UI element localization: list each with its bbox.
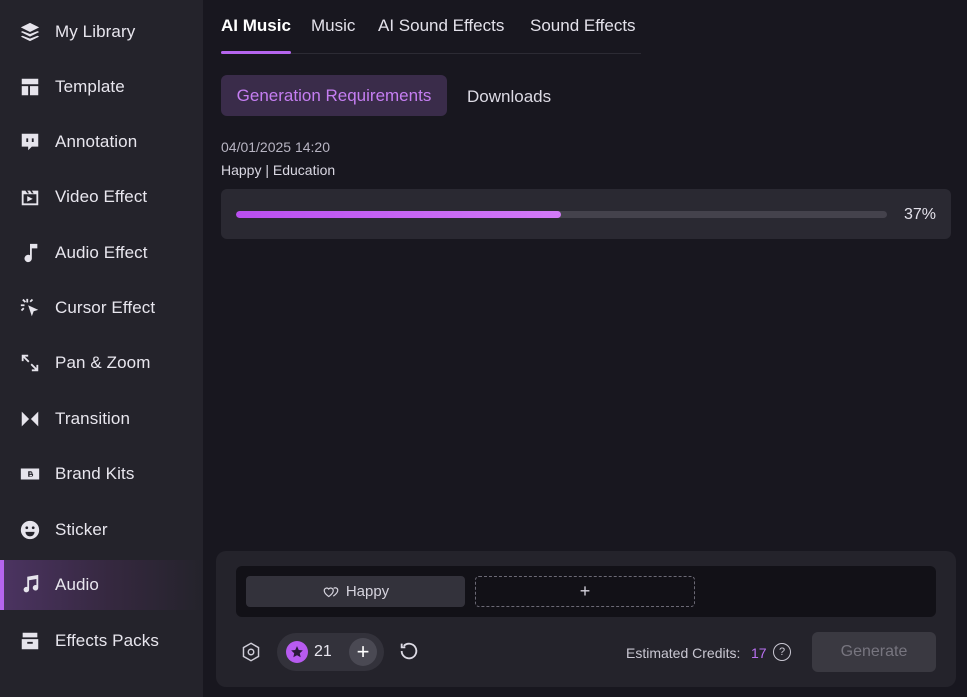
generation-progress-card: 37% <box>221 189 951 239</box>
add-tag-button[interactable]: + <box>475 576 695 607</box>
sidebar-item-label: Audio Effect <box>55 243 148 262</box>
sidebar-item-my-library[interactable]: My Library <box>0 7 203 57</box>
progress-track <box>236 211 887 218</box>
video-effect-icon <box>18 185 42 209</box>
generate-button[interactable]: Generate <box>812 632 936 672</box>
sidebar-item-label: Brand Kits <box>55 464 135 483</box>
pan-zoom-icon <box>18 351 42 375</box>
sidebar-item-pan-zoom[interactable]: Pan & Zoom <box>0 338 203 388</box>
sidebar-item-transition[interactable]: Transition <box>0 394 203 444</box>
sidebar-item-label: Video Effect <box>55 187 148 206</box>
subtab-downloads[interactable]: Downloads <box>467 87 551 107</box>
sidebar-item-label: Pan & Zoom <box>55 353 151 372</box>
sidebar-item-label: Template <box>55 77 125 96</box>
sidebar-item-label: Transition <box>55 409 131 428</box>
increase-count-button[interactable]: + <box>349 638 377 666</box>
generation-count-pill: 21 + <box>277 633 384 671</box>
sidebar-item-label: Sticker <box>55 520 108 539</box>
sidebar-item-audio-effect[interactable]: Audio Effect <box>0 228 203 278</box>
subtab-generation-requirements[interactable]: Generation Requirements <box>221 75 447 116</box>
tab-music[interactable]: Music <box>311 16 355 36</box>
help-icon[interactable]: ? <box>773 643 791 661</box>
star-badge-icon <box>286 641 308 663</box>
refresh-icon <box>400 642 418 660</box>
transition-icon <box>18 407 42 431</box>
tab-ai-music[interactable]: AI Music <box>221 16 291 36</box>
tag-chip-label: Happy <box>345 583 390 600</box>
audio-effect-icon <box>18 241 42 265</box>
cursor-effect-icon <box>18 296 42 320</box>
reset-button[interactable] <box>398 640 422 664</box>
tab-sound-effects[interactable]: Sound Effects <box>530 16 636 36</box>
template-icon <box>18 75 42 99</box>
tag-chip-happy[interactable]: Happy <box>246 576 465 607</box>
music-note-icon <box>18 573 42 597</box>
sidebar-item-label: Annotation <box>55 132 138 151</box>
settings-button[interactable] <box>240 641 262 663</box>
sidebar-item-video-effect[interactable]: Video Effect <box>0 172 203 222</box>
effects-pack-icon <box>18 629 42 653</box>
sidebar-item-effects-packs[interactable]: Effects Packs <box>0 616 203 666</box>
sidebar-item-cursor-effect[interactable]: Cursor Effect <box>0 283 203 333</box>
job-datetime: 04/01/2025 14:20 <box>221 139 330 155</box>
sidebar-item-template[interactable]: Template <box>0 62 203 112</box>
hearts-icon <box>323 586 339 597</box>
tag-input-box: Happy + <box>236 566 936 617</box>
annotation-icon <box>18 130 42 154</box>
progress-percent: 37% <box>903 206 936 223</box>
sidebar-item-audio[interactable]: Audio <box>0 560 203 610</box>
sidebar-item-annotation[interactable]: Annotation <box>0 117 203 167</box>
sticker-icon <box>18 518 42 542</box>
progress-fill <box>236 211 562 218</box>
job-tags: Happy | Education <box>221 162 336 178</box>
sidebar-item-label: Effects Packs <box>55 631 159 650</box>
sidebar-item-sticker[interactable]: Sticker <box>0 505 203 555</box>
active-tab-indicator <box>221 51 291 54</box>
layers-icon <box>18 20 42 44</box>
hexagon-settings-icon <box>242 642 260 662</box>
brand-kits-icon <box>18 462 42 486</box>
estimated-credits-value: 17 <box>751 645 767 661</box>
generation-panel: Happy + 21 + Estimated Credits: 17 ? Gen… <box>216 551 956 687</box>
top-tab-bar: AI Music Music AI Sound Effects Sound Ef… <box>221 0 641 54</box>
sidebar: My Library Template Annotation Video Eff… <box>0 0 203 697</box>
sidebar-item-label: Cursor Effect <box>55 298 156 317</box>
estimated-credits-label: Estimated Credits: <box>626 645 741 661</box>
sidebar-item-brand-kits[interactable]: Brand Kits <box>0 449 203 499</box>
generation-count: 21 <box>314 643 332 660</box>
sidebar-item-label: My Library <box>55 22 136 41</box>
tab-ai-sound-effects[interactable]: AI Sound Effects <box>378 16 504 36</box>
sidebar-item-label: Audio <box>55 575 99 594</box>
